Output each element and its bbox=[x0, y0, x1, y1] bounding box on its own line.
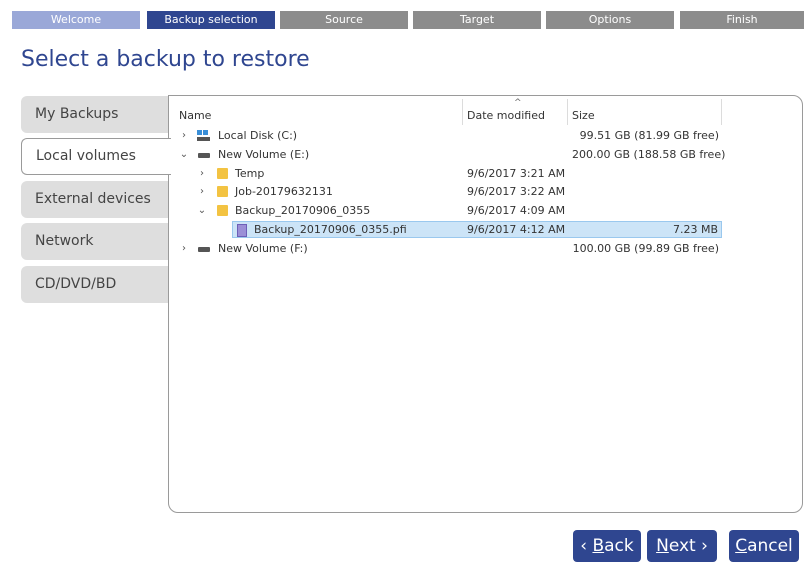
row-name: Local Disk (C:) bbox=[218, 129, 298, 142]
column-separator[interactable] bbox=[462, 99, 463, 125]
tab-local-volumes[interactable]: Local volumes bbox=[21, 138, 171, 175]
table-row-selected[interactable]: Backup_20170906_0355.pfi 9/6/2017 4:12 A… bbox=[232, 221, 722, 238]
row-date-modified: 9/6/2017 4:09 AM bbox=[467, 204, 566, 217]
back-button[interactable]: ‹ Back bbox=[573, 530, 641, 562]
column-header-name[interactable]: Name bbox=[179, 109, 211, 122]
expand-chevron-icon[interactable]: › bbox=[197, 183, 207, 200]
next-button-suffix: › bbox=[695, 536, 708, 556]
cancel-button-accesskey: C bbox=[735, 536, 748, 556]
drive-icon bbox=[198, 247, 210, 252]
folder-icon bbox=[217, 205, 228, 216]
expand-chevron-icon[interactable]: › bbox=[197, 165, 207, 182]
backup-file-icon bbox=[237, 224, 247, 237]
tab-network[interactable]: Network bbox=[21, 223, 168, 260]
folder-icon bbox=[217, 186, 228, 197]
row-name: Temp bbox=[235, 167, 265, 180]
collapse-chevron-icon[interactable]: ⌄ bbox=[179, 146, 189, 163]
row-name: Backup_20170906_0355.pfi bbox=[254, 223, 407, 236]
step-welcome: Welcome bbox=[12, 11, 140, 29]
column-separator[interactable] bbox=[721, 99, 722, 125]
page-title: Select a backup to restore bbox=[21, 47, 310, 72]
wizard-steps: Welcome Backup selection Source Target O… bbox=[0, 0, 804, 42]
row-size: 100.00 GB (99.89 GB free) bbox=[572, 242, 719, 255]
sort-ascending-icon: ^ bbox=[514, 98, 522, 108]
row-date-modified: 9/6/2017 4:12 AM bbox=[467, 223, 566, 236]
step-backup-selection: Backup selection bbox=[147, 11, 275, 29]
column-separator[interactable] bbox=[567, 99, 568, 125]
cancel-button[interactable]: Cancel bbox=[729, 530, 799, 562]
collapse-chevron-icon[interactable]: ⌄ bbox=[197, 202, 207, 219]
step-source: Source bbox=[280, 11, 408, 29]
table-row[interactable]: › Local Disk (C:) 99.51 GB (81.99 GB fre… bbox=[169, 127, 722, 144]
tab-my-backups[interactable]: My Backups bbox=[21, 96, 168, 133]
table-row[interactable]: ⌄ Backup_20170906_0355 9/6/2017 4:09 AM bbox=[169, 202, 722, 219]
expand-chevron-icon[interactable]: › bbox=[179, 127, 189, 144]
step-target: Target bbox=[413, 11, 541, 29]
row-size: 7.23 MB bbox=[672, 223, 718, 236]
folder-icon bbox=[217, 168, 228, 179]
back-button-prefix: ‹ bbox=[580, 536, 593, 556]
back-button-accesskey: B bbox=[592, 536, 605, 556]
cancel-button-label: ancel bbox=[747, 536, 793, 556]
next-button-accesskey: N bbox=[656, 536, 669, 556]
next-button[interactable]: Next › bbox=[647, 530, 717, 562]
row-name: Job-20179632131 bbox=[235, 185, 333, 198]
row-date-modified: 9/6/2017 3:21 AM bbox=[467, 167, 566, 180]
step-options: Options bbox=[546, 11, 674, 29]
row-name: Backup_20170906_0355 bbox=[235, 204, 371, 217]
row-date-modified: 9/6/2017 3:22 AM bbox=[467, 185, 566, 198]
column-header-date-modified[interactable]: Date modified bbox=[467, 109, 545, 122]
table-row[interactable]: › New Volume (F:) 100.00 GB (99.89 GB fr… bbox=[169, 240, 722, 257]
step-finish: Finish bbox=[680, 11, 804, 29]
row-size: 200.00 GB (188.58 GB free) bbox=[572, 148, 726, 161]
expand-chevron-icon[interactable]: › bbox=[179, 240, 189, 257]
drive-icon bbox=[198, 153, 210, 158]
windows-drive-icon bbox=[197, 130, 210, 141]
back-button-label: ack bbox=[604, 536, 634, 556]
grid-header: Name ^ Date modified Size bbox=[169, 96, 722, 126]
row-size: 99.51 GB (81.99 GB free) bbox=[579, 129, 719, 142]
table-row[interactable]: › Job-20179632131 9/6/2017 3:22 AM bbox=[169, 183, 722, 200]
tab-cd-dvd-bd[interactable]: CD/DVD/BD bbox=[21, 266, 168, 303]
column-header-size[interactable]: Size bbox=[572, 109, 595, 122]
tab-external-devices[interactable]: External devices bbox=[21, 181, 168, 218]
row-name: New Volume (E:) bbox=[218, 148, 310, 161]
next-button-label: ext bbox=[668, 536, 696, 556]
table-row[interactable]: ⌄ New Volume (E:) 200.00 GB (188.58 GB f… bbox=[169, 146, 726, 163]
table-row[interactable]: › Temp 9/6/2017 3:21 AM bbox=[169, 165, 722, 182]
backup-browser-panel: Name ^ Date modified Size › Local Disk (… bbox=[168, 95, 803, 513]
row-name: New Volume (F:) bbox=[218, 242, 308, 255]
